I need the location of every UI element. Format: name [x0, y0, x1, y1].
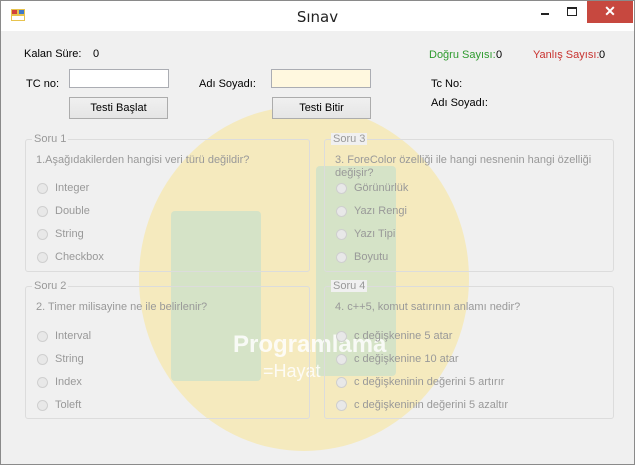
question-group-2: Soru 2 2. Timer milisayine ne ile belirl… [25, 280, 310, 419]
name-input[interactable] [271, 69, 371, 88]
question-group-1: Soru 1 1.Aşağıdakilerden hangisi veri tü… [25, 133, 310, 272]
radio-button[interactable] [336, 331, 347, 342]
radio-button[interactable] [336, 252, 347, 263]
option-label: Görünürlük [354, 182, 409, 194]
option-label: Interval [55, 330, 92, 342]
question-4-title: Soru 4 [331, 280, 368, 292]
tc-label: TC no: [26, 78, 60, 90]
option-label: Checkbox [55, 251, 104, 263]
radio-button[interactable] [37, 206, 48, 217]
close-button[interactable]: ✕ [587, 1, 633, 23]
radio-button[interactable] [336, 229, 347, 240]
radio-button[interactable] [37, 331, 48, 342]
option-label: Double [55, 205, 90, 217]
radio-button[interactable] [37, 354, 48, 365]
radio-button[interactable] [336, 354, 347, 365]
info-name-label: Adı Soyadı: [431, 97, 488, 109]
option-label: c değişkenine 10 atar [354, 353, 459, 365]
question-2-title: Soru 2 [32, 280, 69, 292]
option-label: Index [55, 376, 82, 388]
radio-button[interactable] [37, 229, 48, 240]
option-label: Toleft [55, 399, 82, 411]
remaining-time-label: Kalan Süre: [24, 48, 82, 60]
question-1-text: 1.Aşağıdakilerden hangisi veri türü deği… [36, 154, 250, 166]
info-tc-label: Tc No: [431, 78, 463, 90]
radio-button[interactable] [336, 400, 347, 411]
option-label: Yazı Rengi [354, 205, 407, 217]
start-test-button[interactable]: Testi Başlat [69, 97, 168, 119]
question-1-title: Soru 1 [32, 133, 69, 145]
question-2-text: 2. Timer milisayine ne ile belirlenir? [36, 301, 208, 313]
remaining-time-value: 0 [93, 48, 100, 60]
question-4-text: 4. c++5, komut satırının anlamı nedir? [335, 301, 521, 313]
option-label: c değişkenine 5 atar [354, 330, 453, 342]
option-label: c değişkeninin değerini 5 artırır [354, 376, 505, 388]
radio-button[interactable] [336, 377, 347, 388]
title-bar[interactable]: Sınav ✕ [1, 1, 634, 31]
radio-button[interactable] [37, 400, 48, 411]
option-label: Integer [55, 182, 90, 194]
radio-button[interactable] [37, 183, 48, 194]
tc-input[interactable] [69, 69, 169, 88]
wrong-count-value: 0 [599, 49, 606, 61]
radio-button[interactable] [37, 252, 48, 263]
option-label: Yazı Tipi [354, 228, 396, 240]
option-label: c değişkeninin değerini 5 azaltır [354, 399, 509, 411]
finish-test-button[interactable]: Testi Bitir [272, 97, 371, 119]
question-group-4: Soru 4 4. c++5, komut satırının anlamı n… [324, 280, 614, 419]
option-label: String [55, 353, 84, 365]
main-window: Sınav ✕ Programlama =Hayat Kalan Süre: 0… [0, 0, 635, 465]
radio-button[interactable] [336, 206, 347, 217]
question-3-text: 3. ForeColor özelliği ile hangi nesnenin… [335, 154, 592, 179]
name-label: Adı Soyadı: [199, 78, 256, 90]
option-label: String [55, 228, 84, 240]
correct-count-value: 0 [496, 49, 503, 61]
wrong-count-label: Yanlış Sayısı: [533, 49, 600, 61]
question-group-3: Soru 3 3. ForeColor özelliği ile hangi n… [324, 133, 614, 272]
option-label: Boyutu [354, 251, 389, 263]
question-3-title: Soru 3 [331, 133, 368, 145]
maximize-button[interactable] [558, 1, 586, 23]
minimize-button[interactable] [531, 1, 559, 23]
radio-button[interactable] [336, 183, 347, 194]
form-client-area: Programlama =Hayat Kalan Süre: 0 Doğru S… [1, 31, 634, 464]
correct-count-label: Doğru Sayısı: [429, 49, 496, 61]
radio-button[interactable] [37, 377, 48, 388]
